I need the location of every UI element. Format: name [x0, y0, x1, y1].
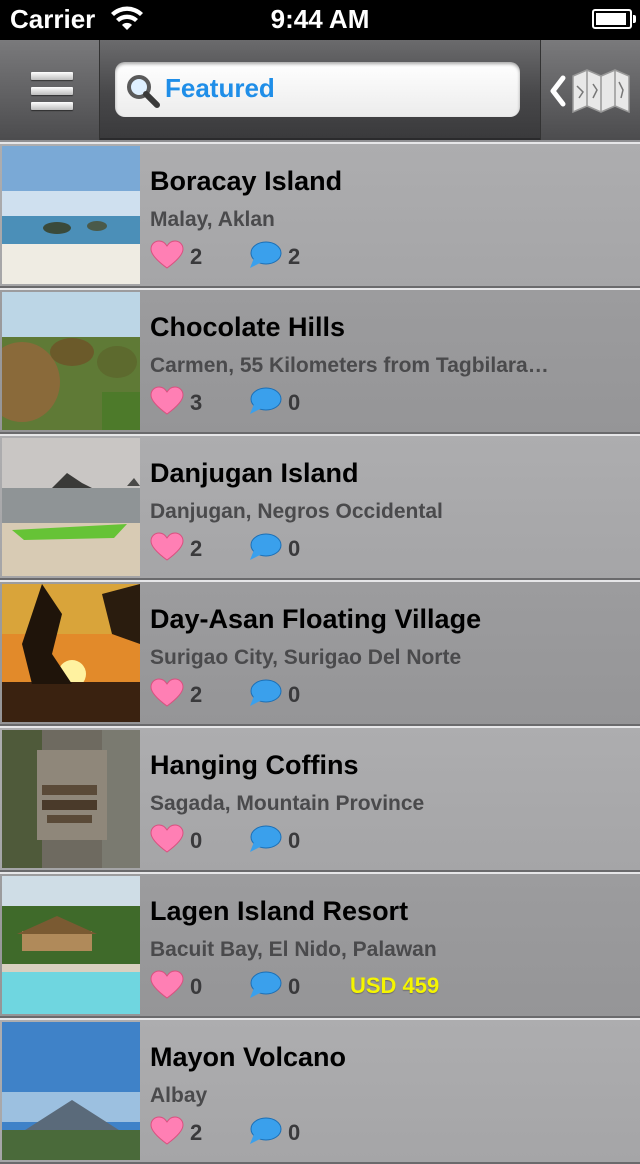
- like-count[interactable]: 3: [150, 386, 202, 420]
- comment-bubble-icon: [250, 679, 282, 706]
- search-icon: [127, 75, 160, 108]
- place-location: Bacuit Bay, El Nido, Palawan: [150, 938, 437, 961]
- comment-count[interactable]: 0: [248, 824, 300, 858]
- heart-icon: [150, 678, 184, 707]
- comment-bubble-icon: [250, 533, 282, 560]
- place-location: Sagada, Mountain Province: [150, 792, 425, 815]
- heart-icon: [150, 240, 184, 269]
- search-label: Featured: [165, 73, 275, 103]
- map-icon: [550, 69, 630, 114]
- comment-bubble-icon: [250, 387, 282, 414]
- like-count-value: 0: [190, 974, 203, 999]
- like-count[interactable]: 2: [150, 678, 202, 712]
- like-count[interactable]: 0: [150, 824, 202, 858]
- price-label: USD 459: [350, 973, 440, 998]
- place-title: Danjugan Island: [150, 458, 359, 488]
- like-count-value: 2: [190, 244, 203, 269]
- place-thumbnail: [2, 438, 140, 576]
- comment-count-value: 2: [288, 244, 301, 269]
- place-title: Chocolate Hills: [150, 312, 346, 342]
- comment-count[interactable]: 0: [248, 532, 300, 566]
- place-title: Boracay Island: [150, 166, 343, 196]
- place-thumbnail: [2, 1022, 140, 1160]
- comment-bubble-icon: [250, 971, 282, 998]
- list-item[interactable]: Lagen Island Resort Bacuit Bay, El Nido,…: [0, 872, 640, 1018]
- menu-button[interactable]: [0, 40, 100, 140]
- comment-count-value: 0: [288, 536, 301, 561]
- nav-bar: Featured: [0, 40, 640, 140]
- like-count-value: 0: [190, 828, 203, 853]
- menu-icon: [31, 72, 73, 110]
- comment-count-value: 0: [288, 1120, 301, 1145]
- heart-icon: [150, 532, 184, 561]
- comment-bubble-icon: [250, 1117, 282, 1144]
- battery-icon: [592, 9, 636, 29]
- search-field[interactable]: Featured: [115, 62, 520, 117]
- place-thumbnail: [2, 146, 140, 284]
- like-count-value: 2: [190, 1120, 203, 1145]
- like-count[interactable]: 2: [150, 532, 202, 566]
- place-location: Albay: [150, 1084, 208, 1107]
- list-item[interactable]: Chocolate Hills Carmen, 55 Kilometers fr…: [0, 288, 640, 434]
- place-thumbnail: [2, 292, 140, 430]
- like-count[interactable]: 0: [150, 970, 202, 1004]
- place-location: Malay, Aklan: [150, 208, 275, 231]
- heart-icon: [150, 970, 184, 999]
- comment-count[interactable]: 0: [248, 386, 300, 420]
- like-count-value: 2: [190, 536, 203, 561]
- like-count[interactable]: 2: [150, 240, 202, 274]
- heart-icon: [150, 386, 184, 415]
- comment-bubble-icon: [250, 825, 282, 852]
- list-item[interactable]: Boracay Island Malay, Aklan 2 2: [0, 142, 640, 288]
- place-location: Danjugan, Negros Occidental: [150, 500, 443, 523]
- comment-count-value: 0: [288, 828, 301, 853]
- comment-count[interactable]: 0: [248, 1116, 300, 1150]
- place-title: Hanging Coffins: [150, 750, 359, 780]
- place-location: Surigao City, Surigao Del Norte: [150, 646, 462, 669]
- comment-count-value: 0: [288, 682, 301, 707]
- list-item[interactable]: Hanging Coffins Sagada, Mountain Provinc…: [0, 726, 640, 872]
- place-title: Day-Asan Floating Village: [150, 604, 482, 634]
- map-button[interactable]: [540, 40, 640, 140]
- comment-count[interactable]: 0: [248, 970, 300, 1004]
- like-count-value: 3: [190, 390, 203, 415]
- comment-count-value: 0: [288, 974, 301, 999]
- like-count[interactable]: 2: [150, 1116, 202, 1150]
- comment-count[interactable]: 2: [248, 240, 300, 274]
- place-thumbnail: [2, 730, 140, 868]
- status-bar: Carrier 9:44 AM: [0, 0, 640, 40]
- heart-icon: [150, 824, 184, 853]
- like-count-value: 2: [190, 682, 203, 707]
- list-item[interactable]: Mayon Volcano Albay 2 0: [0, 1018, 640, 1164]
- comment-count-value: 0: [288, 390, 301, 415]
- list-item[interactable]: Danjugan Island Danjugan, Negros Occiden…: [0, 434, 640, 580]
- comment-bubble-icon: [250, 241, 282, 268]
- comment-count[interactable]: 0: [248, 678, 300, 712]
- place-location: Carmen, 55 Kilometers from Tagbilara…: [150, 354, 549, 377]
- list-item[interactable]: Day-Asan Floating Village Surigao City, …: [0, 580, 640, 726]
- heart-icon: [150, 1116, 184, 1145]
- place-thumbnail: [2, 876, 140, 1014]
- place-title: Mayon Volcano: [150, 1042, 347, 1072]
- place-title: Lagen Island Resort: [150, 896, 409, 926]
- status-time: 9:44 AM: [270, 4, 370, 34]
- place-thumbnail: [2, 584, 140, 722]
